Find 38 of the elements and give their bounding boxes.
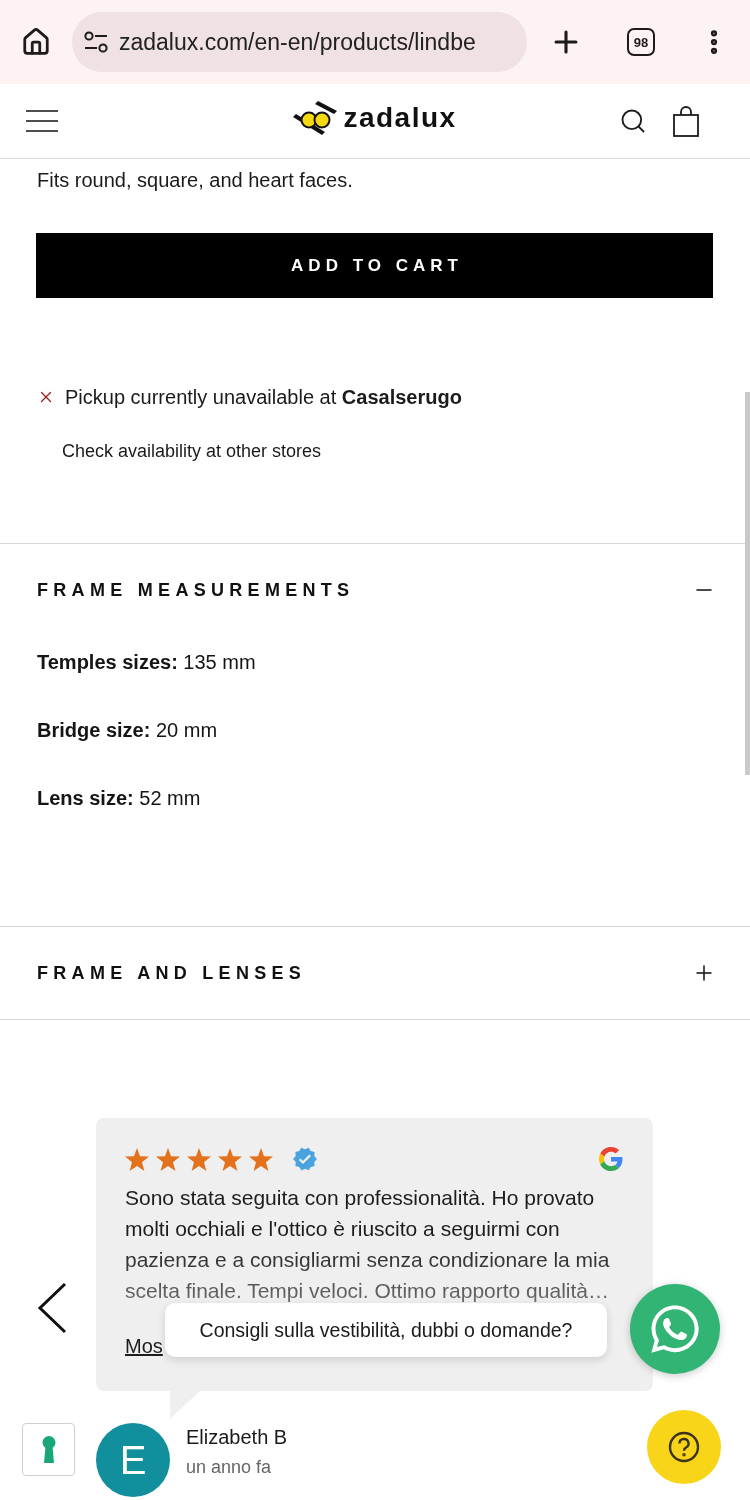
sliders-icon[interactable]	[84, 31, 108, 53]
fit-note: Fits round, square, and heart faces.	[37, 168, 354, 192]
url-text: zadalux.com/en-en/products/lindbe	[119, 28, 476, 56]
keyhole-icon	[41, 1436, 56, 1463]
phone-bubble-icon	[648, 1302, 702, 1356]
search-icon[interactable]	[619, 107, 647, 135]
logo-text[interactable]: zadalux	[343, 102, 457, 134]
scrollbar-thumb[interactable]	[745, 392, 750, 775]
address-bar[interactable]: zadalux.com/en-en/products/lindbe	[72, 12, 527, 72]
star-icon	[218, 1147, 242, 1171]
chat-button[interactable]	[630, 1284, 720, 1374]
star-icon	[125, 1147, 149, 1171]
chevron-left-icon[interactable]	[37, 1281, 67, 1334]
add-to-cart-button[interactable]: ADD TO CART	[36, 233, 713, 298]
accordion-title[interactable]: FRAME AND LENSES	[37, 962, 307, 984]
question-icon	[668, 1431, 700, 1463]
accordion-title[interactable]: FRAME MEASUREMENTS	[37, 579, 355, 601]
author-name: Elizabeth B	[186, 1425, 288, 1449]
pickup-status: Pickup currently unavailable at Casalserugo	[65, 385, 462, 409]
tab-count-button[interactable]: 98	[627, 28, 655, 56]
shopping-bag-icon[interactable]	[673, 105, 699, 137]
star-icon	[156, 1147, 180, 1171]
measurement-text: Bridge size: 20 mm	[37, 718, 219, 742]
measurement-text: Temples sizes: 135 mm	[37, 650, 257, 674]
glasses-icon	[293, 101, 338, 135]
store-availability-link[interactable]: Check availability at other stores	[62, 440, 322, 462]
avatar-initial: E	[96, 1423, 170, 1497]
menu-icon[interactable]	[26, 110, 58, 132]
chat-prompt-bubble[interactable]: Consigli sulla vestibilità, dubbi o domande?	[165, 1303, 607, 1357]
home-icon[interactable]	[21, 27, 51, 57]
keyhole-button[interactable]	[22, 1423, 75, 1476]
show-more-link[interactable]: Mos	[125, 1334, 163, 1358]
review-time: un anno fa	[186, 1456, 273, 1478]
star-icon	[249, 1147, 273, 1171]
multicolor-g-icon	[599, 1147, 623, 1171]
measurement-text: Lens size: 52 mm	[37, 786, 202, 810]
star-icon	[187, 1147, 211, 1171]
review-text: Sono stata seguita con professionalità. Ho provato molti occhiali e l'ottico è riuscito a seguirmi con pazienza e a consigliarmi senza condizionare la mia scelta finale. Tempi veloci. Ottimo rapporto qualità…	[125, 1185, 611, 1304]
